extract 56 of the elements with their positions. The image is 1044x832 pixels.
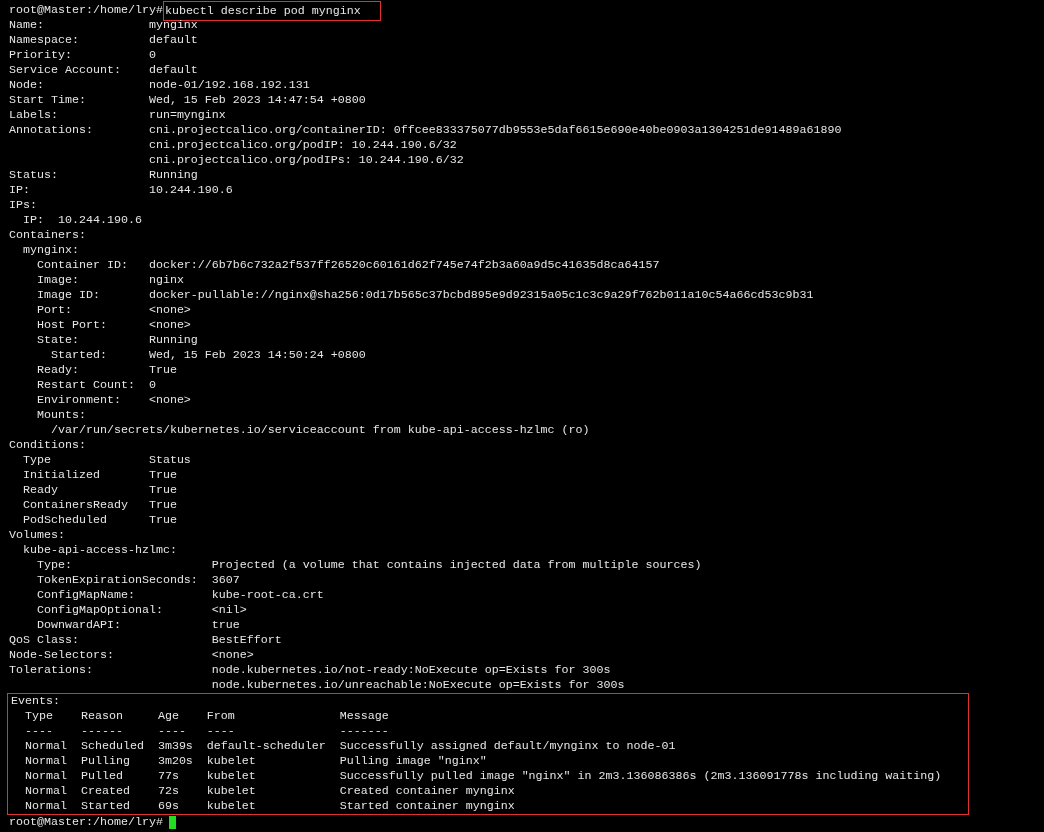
terminal-line: Events: [10, 694, 60, 709]
terminal-line: Normal Scheduled 3m39s default-scheduler Successfully assigned default/mynginx to node-01 [24, 739, 676, 754]
terminal-line: Namespace: default [8, 33, 198, 48]
terminal-line: Normal Created 72s kubelet Created container mynginx [24, 784, 515, 799]
terminal-line: Environment: <none> [35, 393, 191, 408]
terminal-line: Host Port: <none> [35, 318, 191, 333]
terminal-line: Status: Running [8, 168, 198, 183]
terminal-line: Conditions: [8, 438, 86, 453]
command-text: kubectl describe pod mynginx [162, 0, 381, 21]
terminal-line: /var/run/secrets/kubernetes.io/serviceaccount from kube-api-access-hzlmc (ro) [49, 423, 590, 438]
terminal-line: node.kubernetes.io/unreachable:NoExecute op=Exists for 300s [210, 678, 625, 693]
terminal-line: IP: 10.244.190.6 [22, 213, 142, 228]
terminal-line: Container ID: docker://6b7b6c732a2f537ff26520c60161d62f745e74f2b3a60a9d5c41635d8ca64157 [35, 258, 660, 273]
terminal-line: IP: 10.244.190.6 [8, 183, 233, 198]
terminal-line: ContainersReady True [22, 498, 177, 513]
terminal-line: Initialized True [22, 468, 177, 483]
terminal-line: Name: mynginx [8, 18, 198, 33]
terminal-line: Tolerations: node.kubernetes.io/not-ready:NoExecute op=Exists for 300s [8, 663, 611, 678]
terminal-line: Ready True [22, 483, 177, 498]
terminal-line: Node-Selectors: <none> [8, 648, 254, 663]
terminal-line: ConfigMapOptional: <nil> [35, 603, 247, 618]
terminal-line: IPs: [8, 198, 37, 213]
terminal-line: Restart Count: 0 [35, 378, 156, 393]
terminal-line: Mounts: [35, 408, 86, 423]
terminal-line: TokenExpirationSeconds: 3607 [35, 573, 240, 588]
terminal-line: Image: nginx [35, 273, 184, 288]
terminal-line: kube-api-access-hzlmc: [22, 543, 177, 558]
terminal-line: ---- ------ ---- ---- ------- [24, 724, 389, 739]
terminal-line: Volumes: [8, 528, 65, 543]
terminal-line: Type: Projected (a volume that contains injected data from multiple sources) [35, 558, 702, 573]
terminal-line: Node: node-01/192.168.192.131 [8, 78, 310, 93]
terminal-line: cni.projectcalico.org/podIP: 10.244.190.6/32 [147, 138, 457, 153]
terminal-line: Annotations: cni.projectcalico.org/containerID: 0ffcee833375077db9553e5daf6615e690e40be0903a1304251de91489a61890 [8, 123, 842, 138]
terminal-line: Image ID: docker-pullable://nginx@sha256:0d17b565c37bcbd895e9d92315a05c1c3c9a29f762b011a10c54a66cd53c9b31 [35, 288, 814, 303]
terminal-line: mynginx: [22, 243, 79, 258]
terminal-line: Port: <none> [35, 303, 191, 318]
terminal-line: Started: Wed, 15 Feb 2023 14:50:24 +0800 [49, 348, 366, 363]
terminal-line: Containers: [8, 228, 86, 243]
terminal-line: DownwardAPI: true [35, 618, 240, 633]
terminal-line: Normal Pulled 77s kubelet Successfully pulled image "nginx" in 2m3.136086386s (2m3.136091778s including waiting) [24, 769, 942, 784]
terminal-line: Type Status [22, 453, 191, 468]
terminal-line: Normal Started 69s kubelet Started container mynginx [24, 799, 515, 814]
terminal-line: ConfigMapName: kube-root-ca.crt [35, 588, 324, 603]
terminal-line: State: Running [35, 333, 198, 348]
terminal-line: Labels: run=mynginx [8, 108, 226, 123]
terminal-line: Priority: 0 [8, 48, 156, 63]
terminal-line: Service Account: default [8, 63, 198, 78]
terminal-line: cni.projectcalico.org/podIPs: 10.244.190.6/32 [147, 153, 464, 168]
shell-prompt: root@Master:/home/lry# [8, 815, 163, 830]
terminal-line: Type Reason Age From Message [24, 709, 389, 724]
terminal-line: Normal Pulling 3m20s kubelet Pulling image "nginx" [24, 754, 487, 769]
terminal-line: Start Time: Wed, 15 Feb 2023 14:47:54 +0800 [8, 93, 366, 108]
shell-prompt: root@Master:/home/lry# [8, 3, 163, 18]
terminal-line: Ready: True [35, 363, 177, 378]
terminal-line: PodScheduled True [22, 513, 177, 528]
terminal-line: QoS Class: BestEffort [8, 633, 282, 648]
